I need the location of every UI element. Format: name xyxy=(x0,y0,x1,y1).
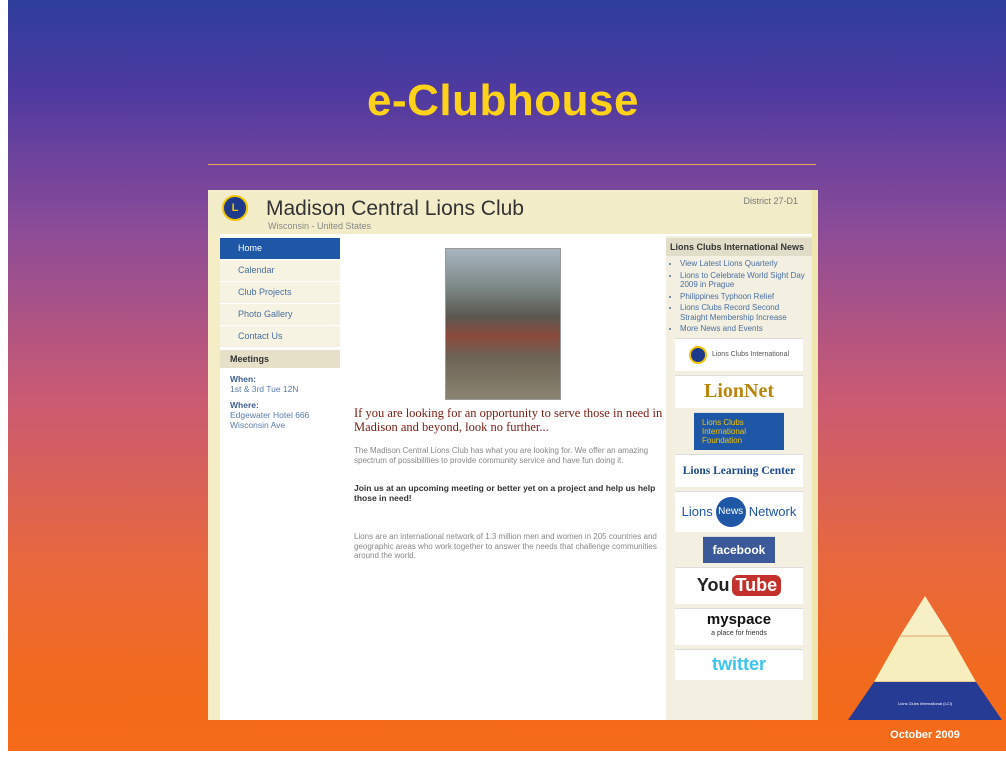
footer-date: October 2009 xyxy=(890,729,960,741)
youtube-you: You xyxy=(696,575,730,595)
news-heading: Lions Clubs International News xyxy=(666,238,812,256)
lions-news-network-badge[interactable]: Lions News Network xyxy=(675,490,803,532)
lci-label: Lions Clubs International xyxy=(711,351,790,358)
when-label: When: xyxy=(230,374,256,384)
where-value: Edgewater Hotel 666 Wisconsin Ave xyxy=(230,410,310,430)
pyramid-middle xyxy=(874,636,976,682)
lions-logo-icon: L xyxy=(222,195,248,221)
news-item[interactable]: Lions to Celebrate World Sight Day 2009 … xyxy=(680,271,808,290)
pyramid-top xyxy=(900,596,950,636)
club-photo xyxy=(445,248,561,400)
lions-logo-icon xyxy=(688,345,707,364)
site-title: Madison Central Lions Club xyxy=(266,197,524,220)
district-label: District 27-D1 xyxy=(743,196,798,206)
nav-item-photo-gallery[interactable]: Photo Gallery xyxy=(220,304,340,326)
youtube-badge[interactable]: You Tube xyxy=(675,566,803,604)
nav-item-home[interactable]: Home xyxy=(220,238,340,260)
pyramid-label: Lions Clubs International (LCI) xyxy=(898,701,953,706)
news-list: View Latest Lions Quarterly Lions to Cel… xyxy=(666,256,812,334)
where-label: Where: xyxy=(230,400,259,410)
right-sidebar: Lions Clubs International News View Late… xyxy=(666,236,812,720)
twitter-badge[interactable]: twitter xyxy=(675,648,803,680)
pyramid-icon: Lions Clubs International (LCI) xyxy=(848,596,1002,720)
meetings-when: When: 1st & 3rd Tue 12N xyxy=(220,368,340,394)
news-item[interactable]: View Latest Lions Quarterly xyxy=(680,259,808,269)
nav-item-contact-us[interactable]: Contact Us xyxy=(220,326,340,348)
lionnet-badge[interactable]: LionNet xyxy=(675,374,803,408)
when-value: 1st & 3rd Tue 12N xyxy=(230,384,299,394)
myspace-label: myspace xyxy=(706,610,772,628)
news-item[interactable]: Philippines Typhoon Relief xyxy=(680,292,808,302)
lnn-left: Lions xyxy=(681,504,713,519)
nav-item-club-projects[interactable]: Club Projects xyxy=(220,282,340,304)
lnn-news-icon: News xyxy=(715,496,746,527)
facebook-badge[interactable]: facebook xyxy=(703,535,775,563)
main-headline: If you are looking for an opportunity to… xyxy=(354,406,663,434)
left-border xyxy=(208,234,220,720)
nav-item-calendar[interactable]: Calendar xyxy=(220,260,340,282)
main-call-to-action: Join us at an upcoming meeting or better… xyxy=(354,483,656,503)
learning-center-badge[interactable]: Lions Learning Center xyxy=(675,453,803,487)
site-subtitle: Wisconsin - United States xyxy=(268,221,372,231)
lnn-right: Network xyxy=(748,504,797,519)
myspace-badge[interactable]: myspace a place for friends xyxy=(675,607,803,645)
main-paragraph: The Madison Central Lions Club has what … xyxy=(354,446,649,465)
lci-badge[interactable]: Lions Clubs International xyxy=(675,337,803,371)
meetings-where: Where: Edgewater Hotel 666 Wisconsin Ave xyxy=(220,394,340,430)
meetings-heading: Meetings xyxy=(220,350,340,368)
main-paragraph-2: Lions are an international network of 1.… xyxy=(354,532,657,560)
site-header: L Madison Central Lions Club Wisconsin -… xyxy=(208,190,812,234)
youtube-tube: Tube xyxy=(731,575,782,596)
left-nav: Home Calendar Club Projects Photo Galler… xyxy=(220,238,340,430)
slide-title: e-Clubhouse xyxy=(367,76,639,125)
website-screenshot: L Madison Central Lions Club Wisconsin -… xyxy=(208,190,818,720)
myspace-tagline: a place for friends xyxy=(711,629,767,637)
news-item[interactable]: More News and Events xyxy=(680,324,808,334)
lcif-badge[interactable]: Lions Clubs International Foundation xyxy=(694,411,784,450)
title-divider xyxy=(208,164,816,165)
news-item[interactable]: Lions Clubs Record Second Straight Membe… xyxy=(680,303,808,322)
